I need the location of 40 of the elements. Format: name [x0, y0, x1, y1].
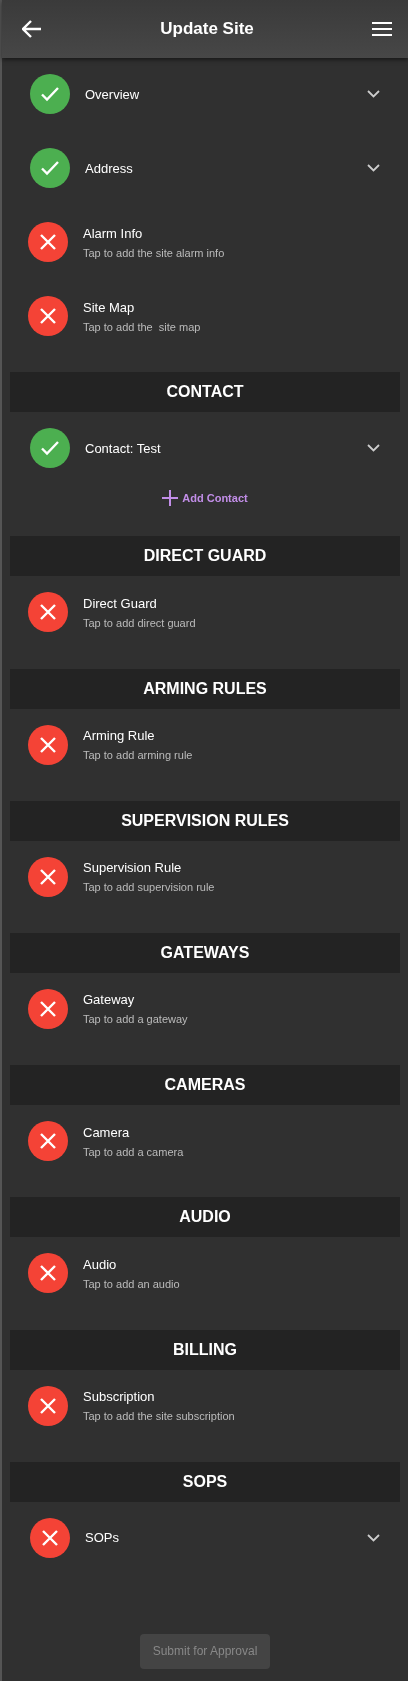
item-title[interactable]: Gateway [83, 992, 135, 1008]
chevron-icon[interactable] [367, 1533, 380, 1542]
item-hint: Tap to add supervision rule [83, 881, 215, 894]
item-title[interactable]: Camera [83, 1124, 130, 1140]
item-hint: Tap to add direct guard [83, 616, 196, 629]
item-title[interactable]: Direct Guard [83, 595, 157, 611]
section-header: CAMERAS [10, 1065, 400, 1106]
chevron-icon[interactable] [367, 444, 380, 453]
item-hint: Tap to add an audio [83, 1277, 180, 1290]
section-header: BILLING [10, 1329, 400, 1370]
item-title[interactable]: SOPs [85, 1530, 119, 1546]
section-header: SOPS [10, 1461, 400, 1502]
item-title[interactable]: Overview [85, 86, 140, 102]
item-title[interactable]: Audio [83, 1256, 117, 1272]
add-contact-link[interactable]: Add Contact [162, 490, 248, 507]
item-hint: Tap to add a gateway [83, 1013, 188, 1026]
section-header: ARMING RULES [10, 668, 400, 709]
item-title[interactable]: Site Map [83, 299, 135, 315]
back-icon[interactable] [22, 20, 42, 38]
item-hint: Tap to add the site map [83, 320, 201, 333]
chevron-icon[interactable] [367, 90, 380, 98]
screen-title: Update Site [160, 19, 254, 39]
section-header: DIRECT GUARD [10, 536, 400, 577]
item-hint: Tap to add the site alarm info [83, 246, 225, 259]
section-header: SUPERVISION RULES [10, 800, 400, 841]
item-hint: Tap to add the site subscription [83, 1410, 235, 1422]
item-title[interactable]: Arming Rule [83, 728, 155, 744]
item-title[interactable]: Supervision Rule [83, 860, 182, 876]
item-title[interactable]: Address [85, 160, 133, 176]
plus-icon [162, 490, 179, 507]
item-hint: Tap to add a camera [83, 1145, 184, 1158]
chevron-icon[interactable] [367, 164, 380, 172]
item-title[interactable]: Alarm Info [83, 225, 143, 241]
item-title[interactable]: Subscription [83, 1389, 155, 1404]
item-hint: Tap to add arming rule [83, 749, 193, 762]
menu-icon[interactable] [372, 21, 392, 37]
section-header: CONTACT [10, 372, 400, 413]
section-header: GATEWAYS [10, 932, 400, 973]
section-header: AUDIO [10, 1197, 400, 1238]
item-title[interactable]: Contact: Test [85, 440, 161, 456]
